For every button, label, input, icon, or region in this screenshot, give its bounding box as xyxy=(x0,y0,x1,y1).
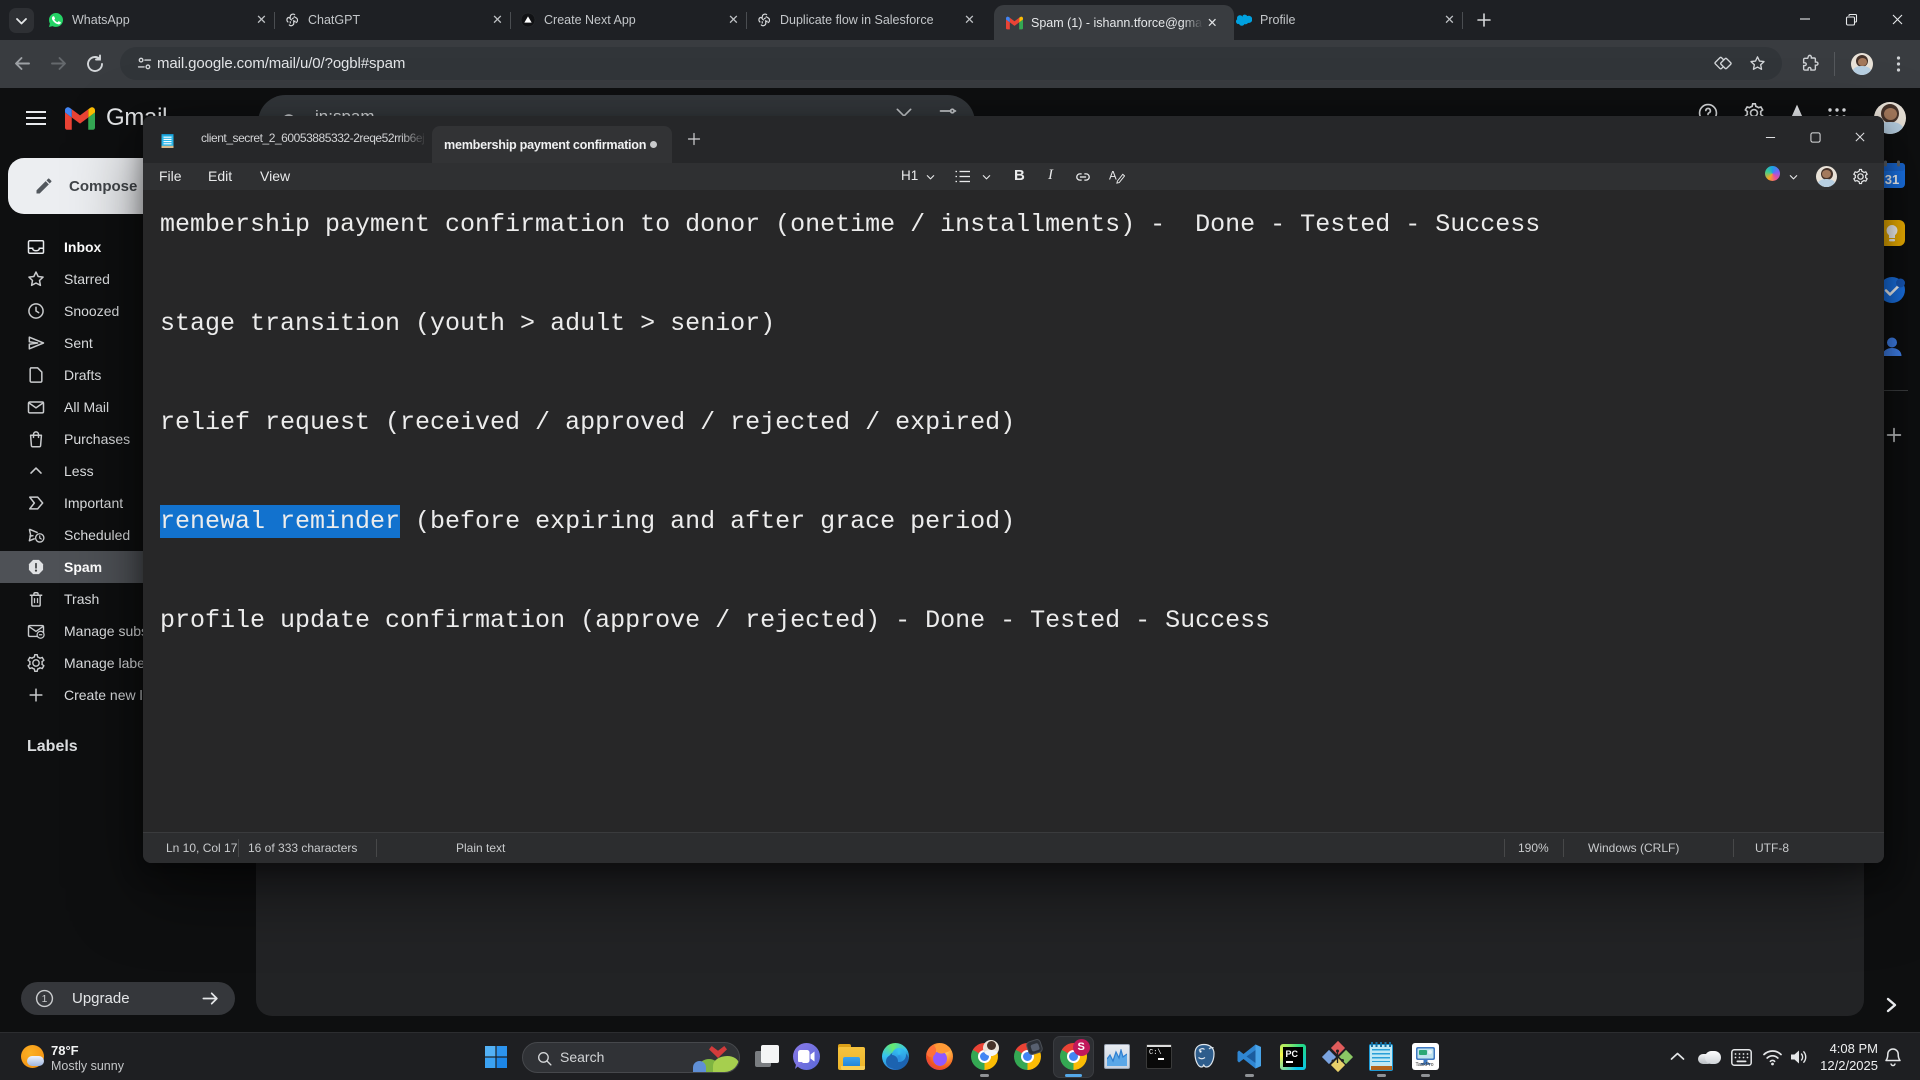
svg-text:A: A xyxy=(1109,171,1117,183)
svg-text:31: 31 xyxy=(1885,172,1899,187)
svg-text:1: 1 xyxy=(42,994,48,1005)
